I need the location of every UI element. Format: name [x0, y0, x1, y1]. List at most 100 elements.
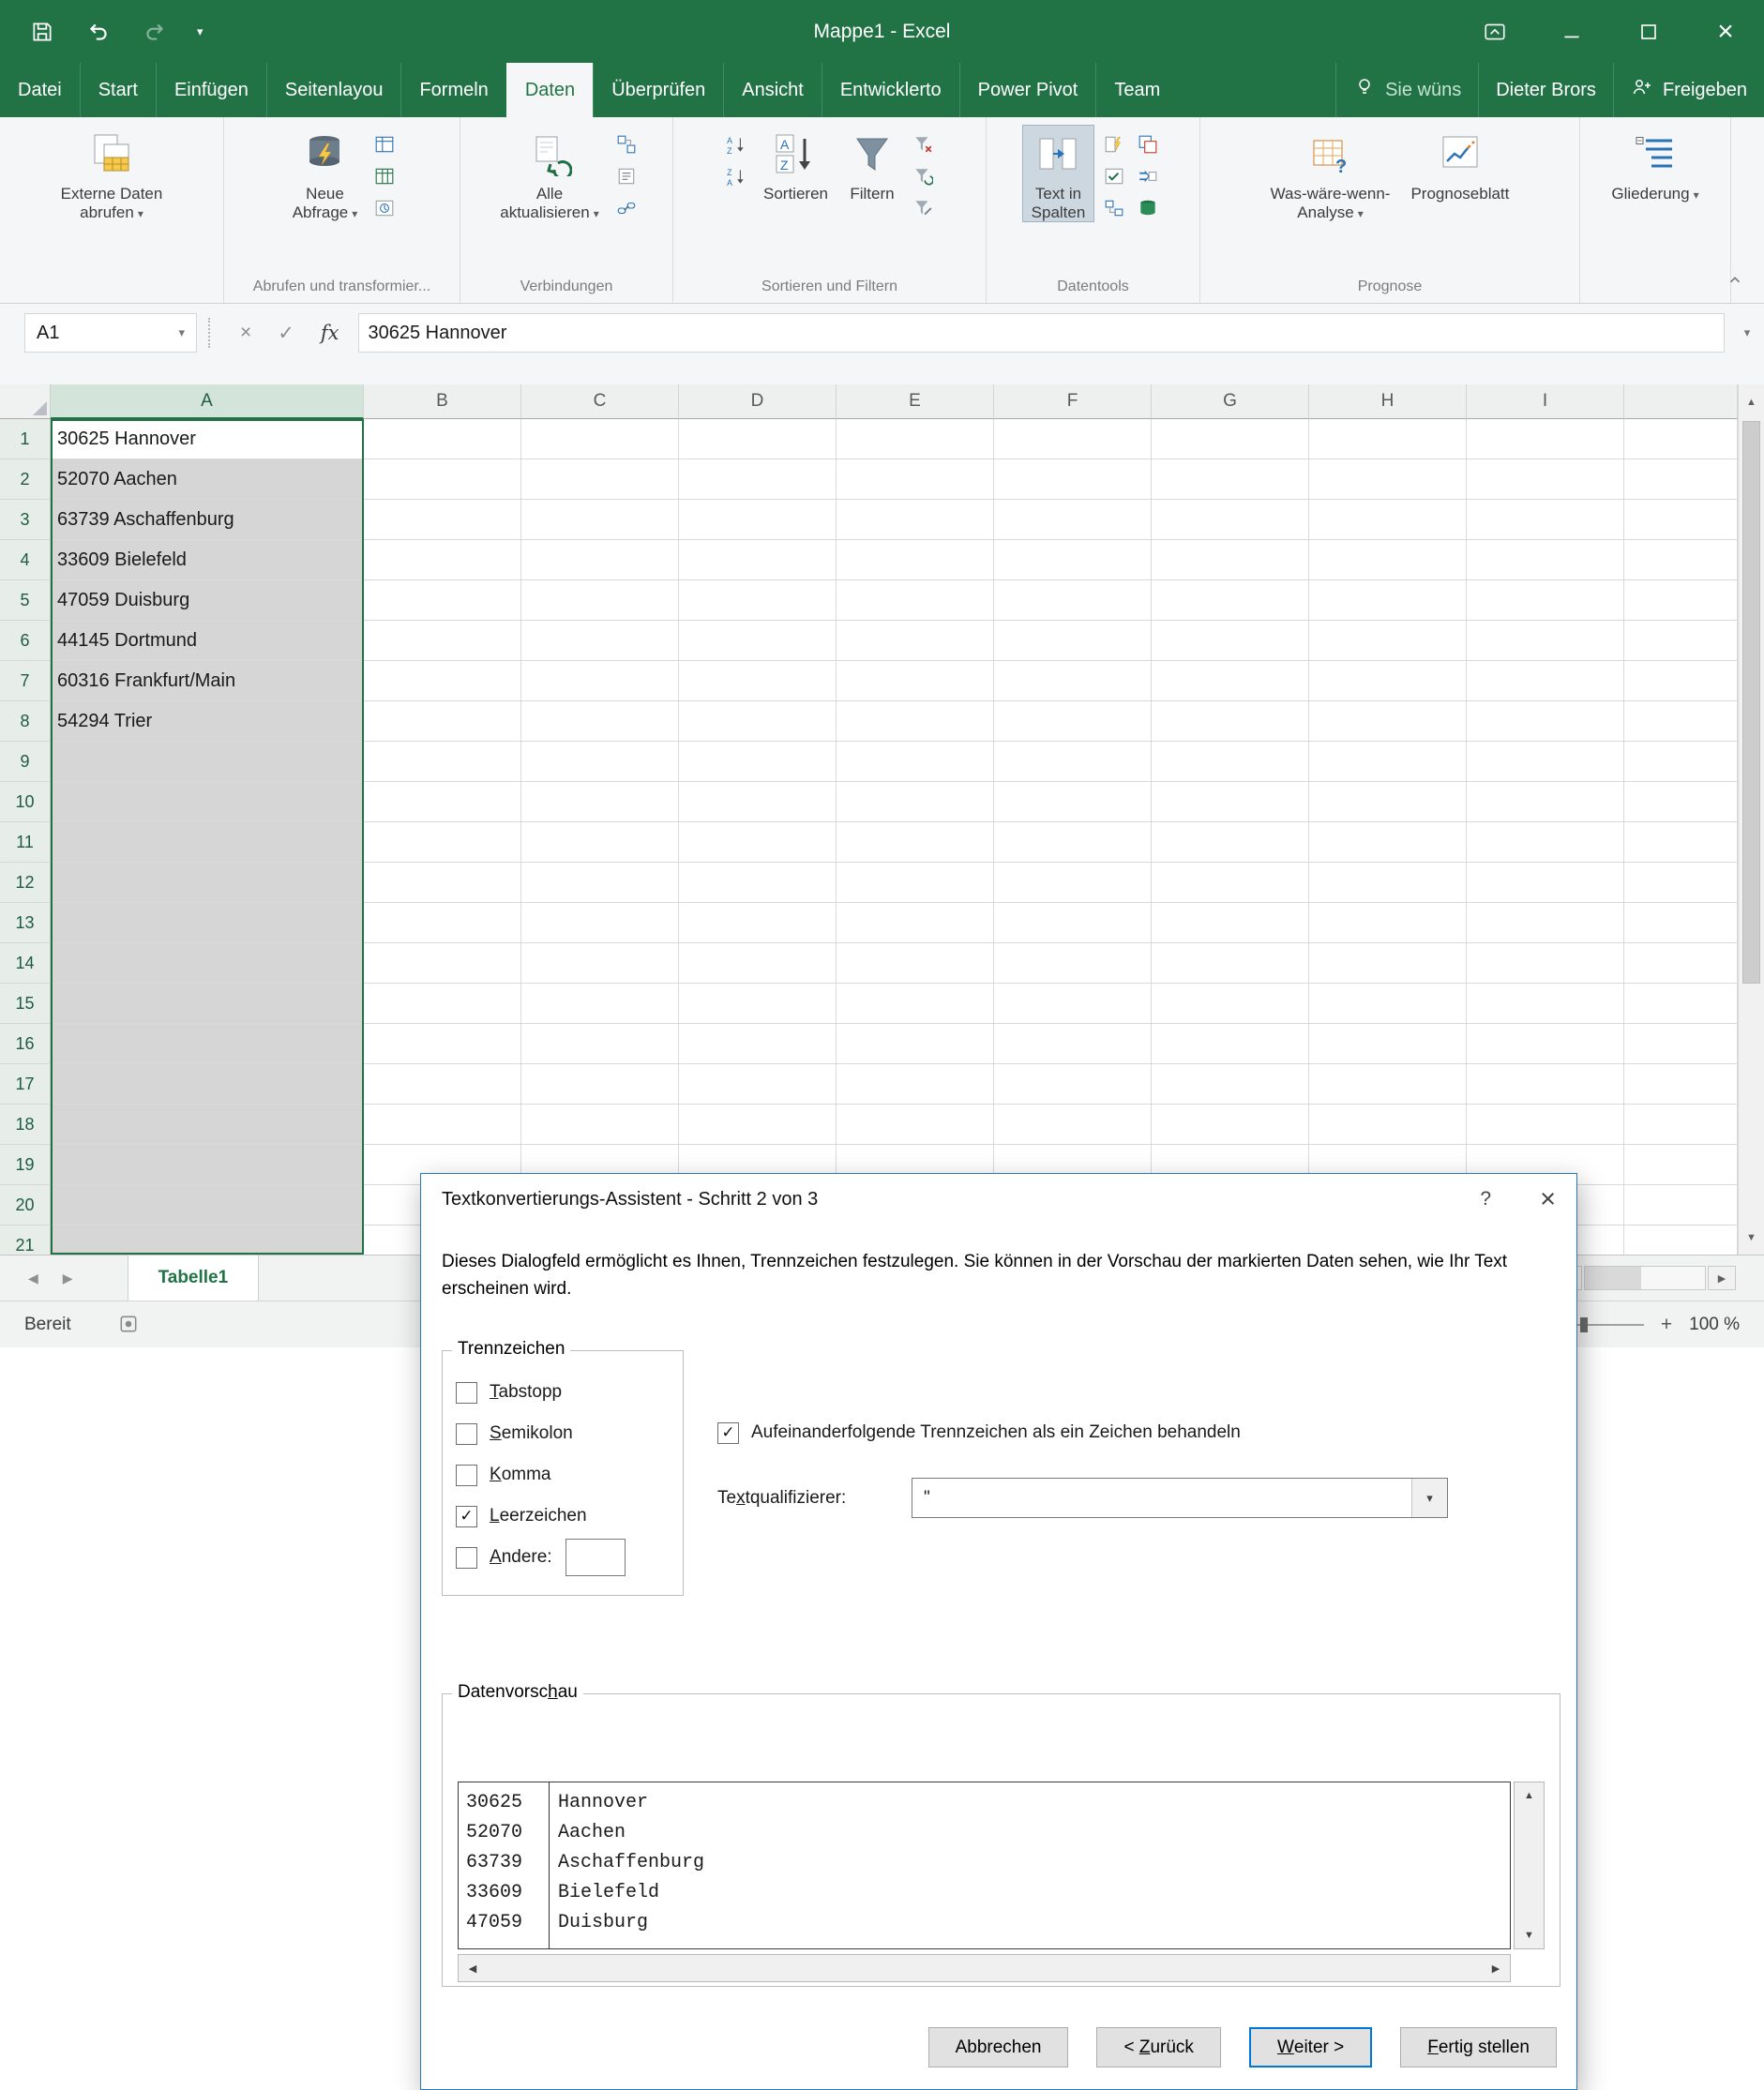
column-header-D[interactable]: D: [679, 384, 837, 419]
cell-A6[interactable]: 44145 Dortmund: [51, 621, 364, 661]
row-header-5[interactable]: 5: [0, 580, 51, 621]
help-icon[interactable]: ?: [1480, 1188, 1491, 1210]
cancel-button[interactable]: Abbrechen: [928, 2027, 1069, 2067]
cell-F13[interactable]: [994, 903, 1152, 943]
cell-G18[interactable]: [1152, 1105, 1309, 1145]
cell-partial-8[interactable]: [1624, 701, 1738, 742]
next-button[interactable]: Weiter >: [1249, 2027, 1372, 2067]
enter-entry-icon[interactable]: ✓: [278, 322, 294, 345]
scroll-right-icon[interactable]: ▶: [1482, 1955, 1510, 1981]
new-query-button[interactable]: NeueAbfrage▾: [283, 125, 368, 222]
close-icon[interactable]: ×: [1687, 0, 1764, 63]
cell-A10[interactable]: [51, 782, 364, 822]
cell-I18[interactable]: [1467, 1105, 1624, 1145]
checkbox[interactable]: [456, 1382, 477, 1404]
cell-A14[interactable]: [51, 943, 364, 984]
cell-I3[interactable]: [1467, 500, 1624, 540]
cell-D4[interactable]: [679, 540, 837, 580]
outline-button[interactable]: Gliederung▾: [1602, 125, 1708, 203]
cell-G11[interactable]: [1152, 822, 1309, 863]
cell-E9[interactable]: [837, 742, 994, 782]
cell-F2[interactable]: [994, 459, 1152, 500]
cell-E12[interactable]: [837, 863, 994, 903]
cell-partial-14[interactable]: [1624, 943, 1738, 984]
cell-A1[interactable]: 30625 Hannover: [51, 419, 364, 459]
name-box[interactable]: A1 ▾: [24, 313, 197, 353]
from-table-icon[interactable]: [372, 164, 397, 188]
chevron-down-icon[interactable]: ▾: [178, 325, 185, 340]
cell-G15[interactable]: [1152, 984, 1309, 1024]
cell-A5[interactable]: 47059 Duisburg: [51, 580, 364, 621]
cell-H15[interactable]: [1309, 984, 1467, 1024]
row-header-21[interactable]: 21: [0, 1225, 51, 1255]
cell-partial-11[interactable]: [1624, 822, 1738, 863]
row-header-13[interactable]: 13: [0, 903, 51, 943]
cell-B2[interactable]: [364, 459, 521, 500]
cell-I9[interactable]: [1467, 742, 1624, 782]
consecutive-delimiters-checkbox-row[interactable]: ✓ Aufeinanderfolgende Trennzeichen als e…: [717, 1416, 1241, 1450]
checkbox[interactable]: [456, 1423, 477, 1445]
cell-H4[interactable]: [1309, 540, 1467, 580]
cell-B8[interactable]: [364, 701, 521, 742]
row-header-11[interactable]: 11: [0, 822, 51, 863]
cell-A2[interactable]: 52070 Aachen: [51, 459, 364, 500]
formula-bar-expand-icon[interactable]: ▾: [1730, 304, 1764, 362]
cell-H12[interactable]: [1309, 863, 1467, 903]
cell-C18[interactable]: [521, 1105, 679, 1145]
column-header-G[interactable]: G: [1152, 384, 1309, 419]
dialog-titlebar[interactable]: Textkonvertierungs-Assistent - Schritt 2…: [421, 1174, 1576, 1225]
advanced-filter-icon[interactable]: [911, 196, 935, 220]
cell-D9[interactable]: [679, 742, 837, 782]
tab-überprüfen[interactable]: Überprüfen: [593, 63, 723, 117]
chevron-down-icon[interactable]: ▾: [1411, 1479, 1447, 1517]
row-header-17[interactable]: 17: [0, 1064, 51, 1105]
cell-C12[interactable]: [521, 863, 679, 903]
cell-G7[interactable]: [1152, 661, 1309, 701]
cell-I11[interactable]: [1467, 822, 1624, 863]
cell-E5[interactable]: [837, 580, 994, 621]
cell-I13[interactable]: [1467, 903, 1624, 943]
cell-partial-15[interactable]: [1624, 984, 1738, 1024]
cell-I8[interactable]: [1467, 701, 1624, 742]
consecutive-delimiters-checkbox[interactable]: ✓: [717, 1422, 739, 1444]
cell-H14[interactable]: [1309, 943, 1467, 984]
column-header-B[interactable]: B: [364, 384, 521, 419]
ribbon-display-options-icon[interactable]: [1456, 0, 1533, 63]
cell-G8[interactable]: [1152, 701, 1309, 742]
cell-D16[interactable]: [679, 1024, 837, 1064]
cell-A19[interactable]: [51, 1145, 364, 1185]
row-header-10[interactable]: 10: [0, 782, 51, 822]
cell-A11[interactable]: [51, 822, 364, 863]
cell-F18[interactable]: [994, 1105, 1152, 1145]
consolidate-icon[interactable]: [1136, 164, 1160, 188]
cell-partial-6[interactable]: [1624, 621, 1738, 661]
cell-D14[interactable]: [679, 943, 837, 984]
cell-I16[interactable]: [1467, 1024, 1624, 1064]
cell-B1[interactable]: [364, 419, 521, 459]
cell-partial-2[interactable]: [1624, 459, 1738, 500]
recent-sources-icon[interactable]: [372, 196, 397, 220]
scroll-up-icon[interactable]: ▲: [1515, 1782, 1544, 1809]
delimiter-tabstopp[interactable]: Tabstopp: [456, 1372, 683, 1413]
cell-F12[interactable]: [994, 863, 1152, 903]
delimiter-semikolon[interactable]: Semikolon: [456, 1413, 683, 1454]
scrollbar-thumb[interactable]: [1585, 1267, 1641, 1289]
cell-A4[interactable]: 33609 Bielefeld: [51, 540, 364, 580]
cell-C9[interactable]: [521, 742, 679, 782]
formula-input[interactable]: 30625 Hannover: [358, 313, 1726, 353]
text-to-columns-button[interactable]: Text inSpalten: [1022, 125, 1095, 222]
column-header-F[interactable]: F: [994, 384, 1152, 419]
cell-B16[interactable]: [364, 1024, 521, 1064]
cell-H3[interactable]: [1309, 500, 1467, 540]
cell-F7[interactable]: [994, 661, 1152, 701]
scroll-down-icon[interactable]: ▼: [1739, 1220, 1764, 1255]
cell-E8[interactable]: [837, 701, 994, 742]
cell-I14[interactable]: [1467, 943, 1624, 984]
cell-B9[interactable]: [364, 742, 521, 782]
cell-H1[interactable]: [1309, 419, 1467, 459]
tab-start[interactable]: Start: [80, 63, 156, 117]
cell-G2[interactable]: [1152, 459, 1309, 500]
row-header-9[interactable]: 9: [0, 742, 51, 782]
cell-I5[interactable]: [1467, 580, 1624, 621]
cell-I2[interactable]: [1467, 459, 1624, 500]
